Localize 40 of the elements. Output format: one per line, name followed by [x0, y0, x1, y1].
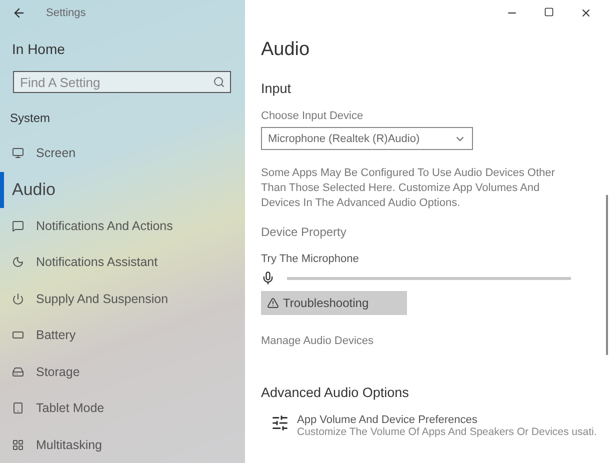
nav-item[interactable]: Tablet Mode — [0, 390, 245, 426]
nav-icon — [12, 402, 24, 414]
nav-icon — [12, 220, 24, 232]
page-title: Audio — [261, 39, 311, 61]
scrollbar[interactable] — [606, 195, 608, 355]
field-label: Choose Input Device — [261, 110, 364, 122]
nav-icon — [12, 147, 24, 160]
option-description: Customize The Volume Of Apps And Speakers Or Devices usati. — [297, 426, 597, 438]
nav-icon — [12, 366, 24, 378]
option-title[interactable]: App Volume And Device Preferences — [297, 414, 597, 426]
back-button[interactable] — [12, 6, 26, 20]
search-field[interactable]: Find A Setting — [13, 71, 231, 93]
nav-item[interactable]: Supply And Suspension — [0, 280, 245, 317]
troubleshoot-button[interactable]: Troubleshooting — [261, 291, 407, 315]
manage-devices-link[interactable]: Manage Audio Devices — [261, 335, 610, 347]
device-property-link[interactable]: Device Property — [261, 225, 610, 239]
close-button[interactable] — [580, 7, 592, 19]
microphone-icon — [261, 271, 275, 285]
nav-icon — [12, 256, 24, 268]
window-title: Settings — [46, 6, 86, 18]
nav-icon — [12, 438, 24, 451]
warning-icon — [267, 297, 279, 309]
sliders-icon — [271, 414, 289, 432]
maximize-button[interactable] — [544, 7, 554, 19]
nav-item[interactable]: Notifications Assistant — [0, 244, 245, 280]
nav-icon — [12, 292, 24, 305]
nav-item[interactable]: Battery — [0, 317, 245, 354]
home-link[interactable]: In Home — [12, 41, 245, 57]
nav-item[interactable]: Storage — [0, 354, 245, 390]
nav-item[interactable]: Notifications And Actions — [0, 208, 245, 244]
section-heading: Input — [261, 81, 292, 96]
nav-item[interactable]: Multitasking — [0, 426, 245, 463]
search-icon — [213, 76, 225, 88]
field-label: Try The Microphone — [261, 253, 360, 265]
nav-icon — [12, 329, 24, 342]
nav-item[interactable]: Screen — [0, 135, 245, 172]
device-dropdown[interactable]: Microphone (Realtek (R)Audio) — [261, 127, 473, 150]
section-heading: System — [10, 111, 52, 125]
section-heading: Advanced Audio Options — [261, 385, 410, 400]
info-text: Some Apps May Be Configured To Use Audio Devices Other Than Those Selected Here. Customize App Volumes And Devices In The Advanced Audio Options. — [261, 166, 556, 211]
